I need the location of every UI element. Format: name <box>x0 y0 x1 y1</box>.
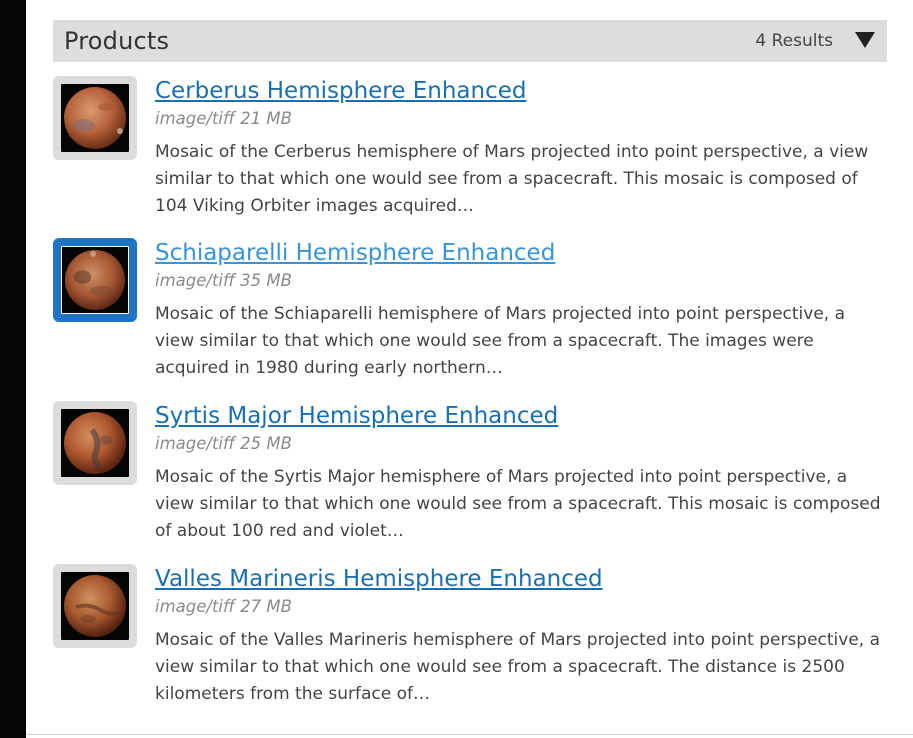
product-text: Cerberus Hemisphere Enhanced image/tiff … <box>155 76 889 220</box>
product-meta: image/tiff 35 MB <box>155 271 292 290</box>
product-item: Valles Marineris Hemisphere Enhanced ima… <box>53 564 887 704</box>
mars-globe-icon <box>61 84 129 152</box>
products-panel: Products 4 Results Cerberus Hemisphere E… <box>53 20 887 704</box>
product-description: Mosaic of the Schiaparelli hemisphere of… <box>155 304 846 378</box>
product-thumbnail-selected[interactable] <box>53 238 137 322</box>
product-thumbnail[interactable] <box>53 76 137 160</box>
product-thumbnail[interactable] <box>53 564 137 648</box>
product-title-link[interactable]: Schiaparelli Hemisphere Enhanced <box>155 238 889 268</box>
product-title-link[interactable]: Cerberus Hemisphere Enhanced <box>155 76 889 106</box>
product-description: Mosaic of the Valles Marineris hemispher… <box>155 630 881 704</box>
mars-globe-icon <box>61 246 129 314</box>
left-sidebar-edge <box>0 0 26 738</box>
product-item: Syrtis Major Hemisphere Enhanced image/t… <box>53 401 887 541</box>
products-header[interactable]: Products 4 Results <box>53 20 887 62</box>
product-item: Schiaparelli Hemisphere Enhanced image/t… <box>53 238 887 378</box>
product-text: Schiaparelli Hemisphere Enhanced image/t… <box>155 238 889 382</box>
product-meta: image/tiff 27 MB <box>155 597 292 616</box>
product-item: Cerberus Hemisphere Enhanced image/tiff … <box>53 76 887 216</box>
mars-globe-icon <box>61 409 129 477</box>
products-title: Products <box>64 27 170 55</box>
results-count: 4 Results <box>755 31 833 51</box>
product-description: Mosaic of the Cerberus hemisphere of Mar… <box>155 142 869 216</box>
product-text: Valles Marineris Hemisphere Enhanced ima… <box>155 564 889 708</box>
product-text: Syrtis Major Hemisphere Enhanced image/t… <box>155 401 889 545</box>
product-meta: image/tiff 25 MB <box>155 434 292 453</box>
product-meta: image/tiff 21 MB <box>155 109 292 128</box>
product-title-link[interactable]: Valles Marineris Hemisphere Enhanced <box>155 564 889 594</box>
bottom-divider <box>26 734 913 735</box>
triangle-down-icon[interactable] <box>855 32 875 48</box>
product-thumbnail[interactable] <box>53 401 137 485</box>
mars-globe-icon <box>61 572 129 640</box>
product-description: Mosaic of the Syrtis Major hemisphere of… <box>155 467 881 541</box>
product-title-link[interactable]: Syrtis Major Hemisphere Enhanced <box>155 401 889 431</box>
